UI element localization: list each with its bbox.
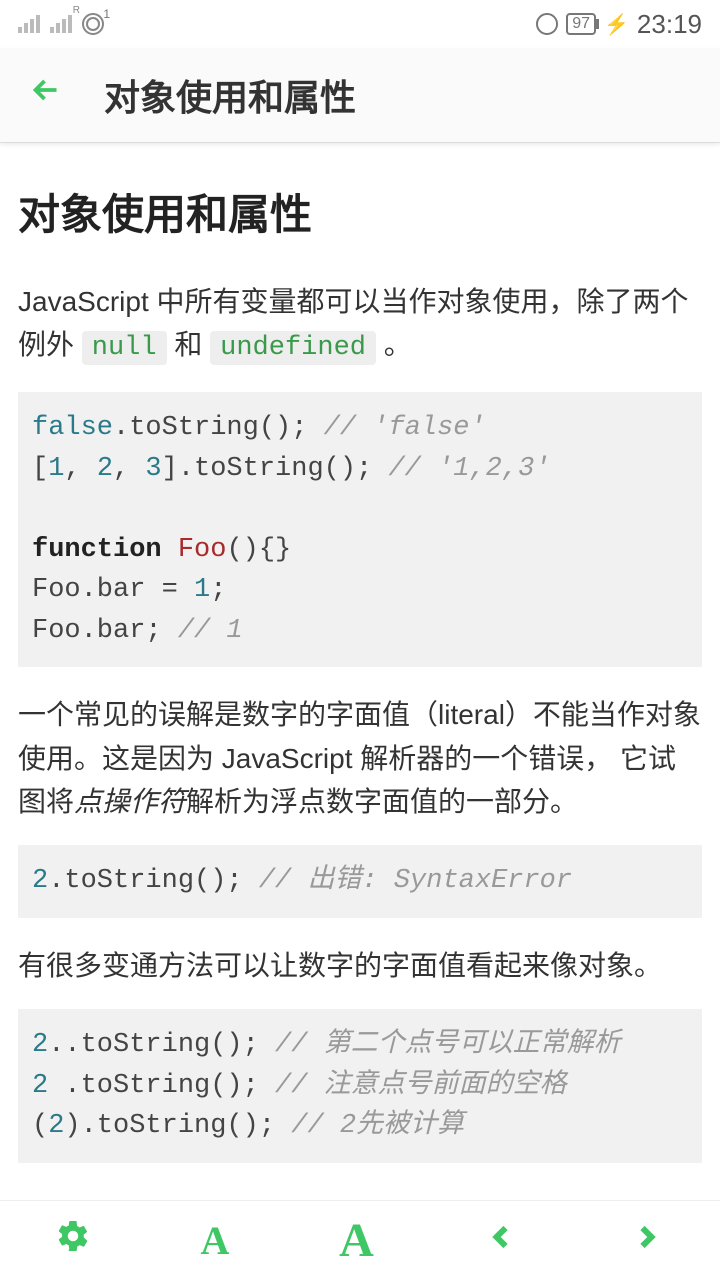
status-right: 97 ⚡ 23:19	[536, 9, 702, 40]
hotspot-icon: 1	[82, 13, 104, 35]
app-bar: 对象使用和属性	[0, 48, 720, 143]
font-increase-button[interactable]: A	[319, 1203, 394, 1278]
signal-icon-1	[18, 15, 40, 33]
signal-icon-2	[50, 15, 72, 33]
paragraph-3: 有很多变通方法可以让数字的字面值看起来像对象。	[18, 944, 702, 987]
status-left: 1	[18, 13, 104, 35]
paragraph-1: JavaScript 中所有变量都可以当作对象使用，除了两个例外 null 和 …	[18, 280, 702, 370]
font-decrease-button[interactable]: A	[181, 1207, 250, 1274]
back-button[interactable]	[18, 62, 84, 128]
inline-code-null: null	[82, 331, 167, 365]
content-scroll[interactable]: 对象使用和属性 JavaScript 中所有变量都可以当作对象使用，除了两个例外…	[0, 143, 720, 1200]
bottom-toolbar: A A	[0, 1200, 720, 1280]
dnd-moon-icon	[536, 13, 558, 35]
charging-icon: ⚡	[604, 12, 629, 37]
prev-button[interactable]	[463, 1206, 539, 1276]
app-bar-title: 对象使用和属性	[104, 69, 356, 121]
inline-code-undefined: undefined	[210, 331, 376, 365]
clock: 23:19	[637, 9, 702, 40]
next-button[interactable]	[609, 1206, 685, 1276]
settings-button[interactable]	[35, 1208, 111, 1274]
page-title: 对象使用和属性	[18, 181, 702, 242]
code-block-2: 2.toString(); // 出错: SyntaxError	[18, 845, 702, 918]
paragraph-2: 一个常见的误解是数字的字面值（literal）不能当作对象使用。这是因为 Jav…	[18, 693, 702, 823]
code-block-1: false.toString(); // 'false' [1, 2, 3].t…	[18, 392, 702, 667]
italic-text: 点操作符	[74, 786, 186, 817]
code-block-3: 2..toString(); // 第二个点号可以正常解析 2 .toStrin…	[18, 1009, 702, 1163]
battery-indicator: 97	[566, 13, 596, 35]
status-bar: 1 97 ⚡ 23:19	[0, 0, 720, 48]
